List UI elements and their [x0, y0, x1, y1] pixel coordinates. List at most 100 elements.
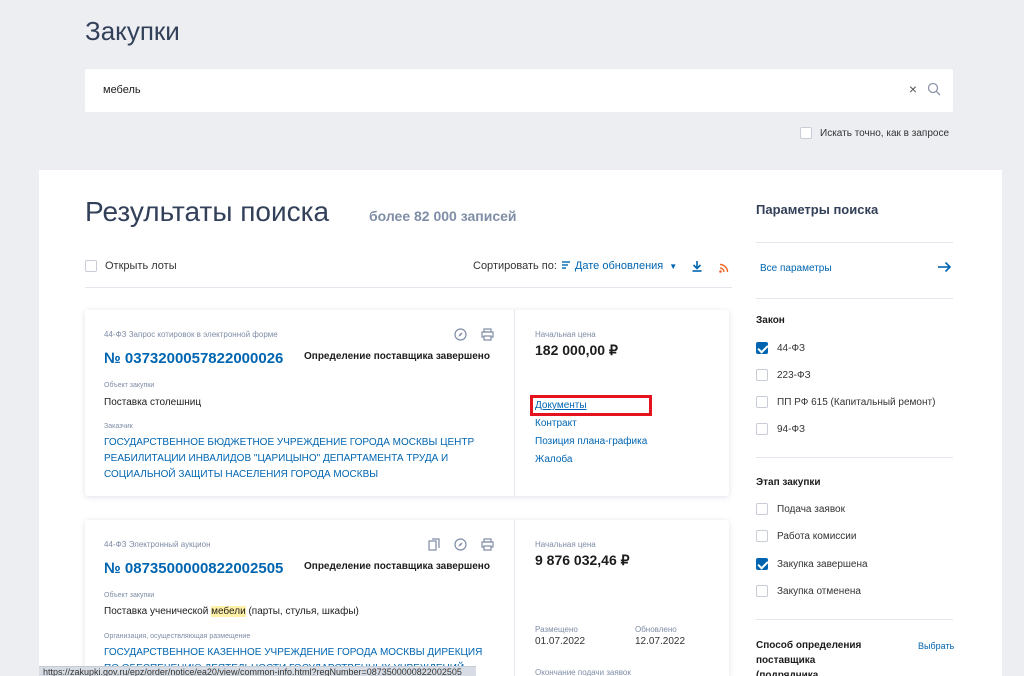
search-highlight: мебели	[211, 606, 246, 617]
open-lots-checkbox[interactable]	[85, 260, 97, 272]
price-value: 9 876 032,46 ₽	[535, 552, 630, 568]
open-lots-option[interactable]: Открыть лоты	[85, 260, 177, 272]
checkbox[interactable]	[756, 530, 768, 542]
clear-search-icon[interactable]: ×	[909, 81, 917, 97]
page-header-title: Закупки	[85, 16, 180, 46]
stage-option-applications[interactable]: Подача заявок	[756, 503, 845, 515]
stage-option-commission[interactable]: Работа комиссии	[756, 530, 856, 542]
card-main: 44-ФЗ Запрос котировок в электронной фор…	[85, 310, 515, 496]
stage-option-cancelled[interactable]: Закупка отменена	[756, 585, 861, 597]
updated-label: Обновлено	[635, 625, 677, 634]
price-label: Начальная цена	[535, 330, 596, 339]
checkbox[interactable]	[756, 342, 768, 354]
object-value: Поставка столешниц	[104, 397, 202, 408]
placed-date: 01.07.2022	[535, 636, 586, 647]
open-lots-label: Открыть лоты	[105, 260, 177, 272]
rss-icon[interactable]	[719, 260, 729, 278]
procurement-type: 44-ФЗ Запрос котировок в электронной фор…	[104, 330, 278, 339]
procurement-status: Определение поставщика завершено	[304, 351, 490, 362]
contract-link[interactable]: Контракт	[535, 418, 647, 429]
stage-section-title: Этап закупки	[756, 477, 821, 488]
divider	[756, 619, 953, 620]
sort-label: Сортировать по:	[473, 260, 557, 272]
organizer-label: Организация, осуществляющая размещение	[104, 633, 251, 640]
object-label: Объект закупки	[104, 382, 155, 389]
sort-control[interactable]: Сортировать по: Дате обновления ▼	[473, 260, 677, 272]
checkbox[interactable]	[756, 396, 768, 408]
divider	[756, 242, 953, 243]
documents-link[interactable]: Документы	[529, 395, 653, 416]
chevron-down-icon[interactable]: ▼	[669, 262, 677, 271]
procurement-number-link[interactable]: № 0873500000822002505	[104, 560, 283, 577]
customer-link[interactable]: ГОСУДАРСТВЕННОЕ БЮДЖЕТНОЕ УЧРЕЖДЕНИЕ ГОР…	[104, 435, 484, 483]
card-icons	[428, 538, 494, 556]
object-value: Поставка ученической мебели (парты, стул…	[104, 606, 359, 617]
option-label: ПП РФ 615 (Капитальный ремонт)	[777, 396, 936, 408]
exact-search-checkbox[interactable]	[800, 127, 812, 139]
checkbox[interactable]	[756, 423, 768, 435]
card-links: Документы Контракт Позиция плана-графика…	[529, 395, 653, 465]
result-card: 44-ФЗ Запрос котировок в электронной фор…	[85, 310, 729, 496]
law-section-title: Закон	[756, 315, 785, 326]
checkbox[interactable]	[756, 503, 768, 515]
procurement-number-link[interactable]: № 0373200057822000026	[104, 350, 283, 367]
arrow-right-icon[interactable]	[938, 260, 952, 278]
divider	[756, 457, 953, 458]
option-label: Закупка завершена	[777, 558, 868, 570]
option-label: 94-ФЗ	[777, 423, 806, 435]
method-section-title: Способ определения поставщика (подрядчик…	[756, 640, 862, 676]
results-count: более 82 000 записей	[369, 208, 517, 224]
exact-search-option[interactable]: Искать точно, как в запросе	[800, 127, 949, 139]
deadline-label: Окончание подачи заявок	[535, 668, 631, 676]
all-params-link[interactable]: Все параметры	[760, 263, 832, 274]
browser-status-bar: https://zakupki.gov.ru/epz/order/notice/…	[39, 666, 476, 676]
result-card: 44-ФЗ Электронный аукцион № 087350000082…	[85, 520, 729, 676]
customer-label: Заказчик	[104, 423, 133, 430]
sort-order-icon[interactable]	[561, 260, 570, 272]
print-icon[interactable]	[481, 538, 494, 556]
card-dates: Размещено Обновлено 01.07.2022 12.07.202…	[535, 625, 735, 647]
object-label: Объект закупки	[104, 592, 155, 599]
results-toolbar: Открыть лоты Сортировать по: Дате обновл…	[85, 258, 732, 288]
card-icons	[454, 328, 494, 346]
price-value: 182 000,00 ₽	[535, 342, 618, 358]
search-box[interactable]: мебель ×	[85, 69, 953, 112]
sort-value[interactable]: Дате обновления	[575, 260, 663, 272]
option-label: 223-ФЗ	[777, 369, 811, 381]
object-text-start: Поставка ученической	[104, 606, 212, 617]
option-label: Работа комиссии	[777, 530, 857, 542]
placed-label: Размещено	[535, 625, 578, 634]
price-label: Начальная цена	[535, 540, 596, 549]
exact-search-label: Искать точно, как в запросе	[820, 127, 949, 139]
procurement-type: 44-ФЗ Электронный аукцион	[104, 540, 211, 549]
complaint-link[interactable]: Жалоба	[535, 454, 647, 465]
updated-date: 12.07.2022	[635, 636, 686, 647]
law-option-223fz[interactable]: 223-ФЗ	[756, 369, 811, 381]
procurement-status: Определение поставщика завершено	[304, 561, 490, 572]
copy-icon[interactable]	[428, 538, 440, 556]
option-label: Подача заявок	[777, 503, 845, 515]
checkbox[interactable]	[756, 558, 768, 570]
object-text-end: (парты, стулья, шкафы)	[245, 606, 359, 617]
search-icon[interactable]	[927, 82, 941, 101]
choose-method-link[interactable]: Выбрать	[918, 641, 954, 651]
sidebar-title: Параметры поиска	[756, 202, 879, 217]
compass-icon[interactable]	[454, 538, 467, 556]
print-icon[interactable]	[481, 328, 494, 346]
checkbox[interactable]	[756, 369, 768, 381]
stage-option-completed[interactable]: Закупка завершена	[756, 558, 868, 570]
law-option-94fz[interactable]: 94-ФЗ	[756, 423, 805, 435]
results-title: Результаты поиска	[85, 196, 330, 227]
checkbox[interactable]	[756, 585, 768, 597]
law-option-44fz[interactable]: 44-ФЗ	[756, 342, 805, 354]
plan-schedule-link[interactable]: Позиция плана-графика	[535, 436, 647, 447]
option-label: 44-ФЗ	[777, 342, 806, 354]
search-input[interactable]: мебель	[103, 84, 141, 96]
card-main: 44-ФЗ Электронный аукцион № 087350000082…	[85, 520, 515, 676]
law-option-pp615[interactable]: ПП РФ 615 (Капитальный ремонт)	[756, 396, 935, 408]
divider	[756, 298, 953, 299]
main-panel: Результаты поиска более 82 000 записей О…	[39, 170, 1002, 676]
status-url: https://zakupki.gov.ru/epz/order/notice/…	[43, 667, 462, 676]
compass-icon[interactable]	[454, 328, 467, 346]
download-icon[interactable]	[691, 259, 703, 277]
